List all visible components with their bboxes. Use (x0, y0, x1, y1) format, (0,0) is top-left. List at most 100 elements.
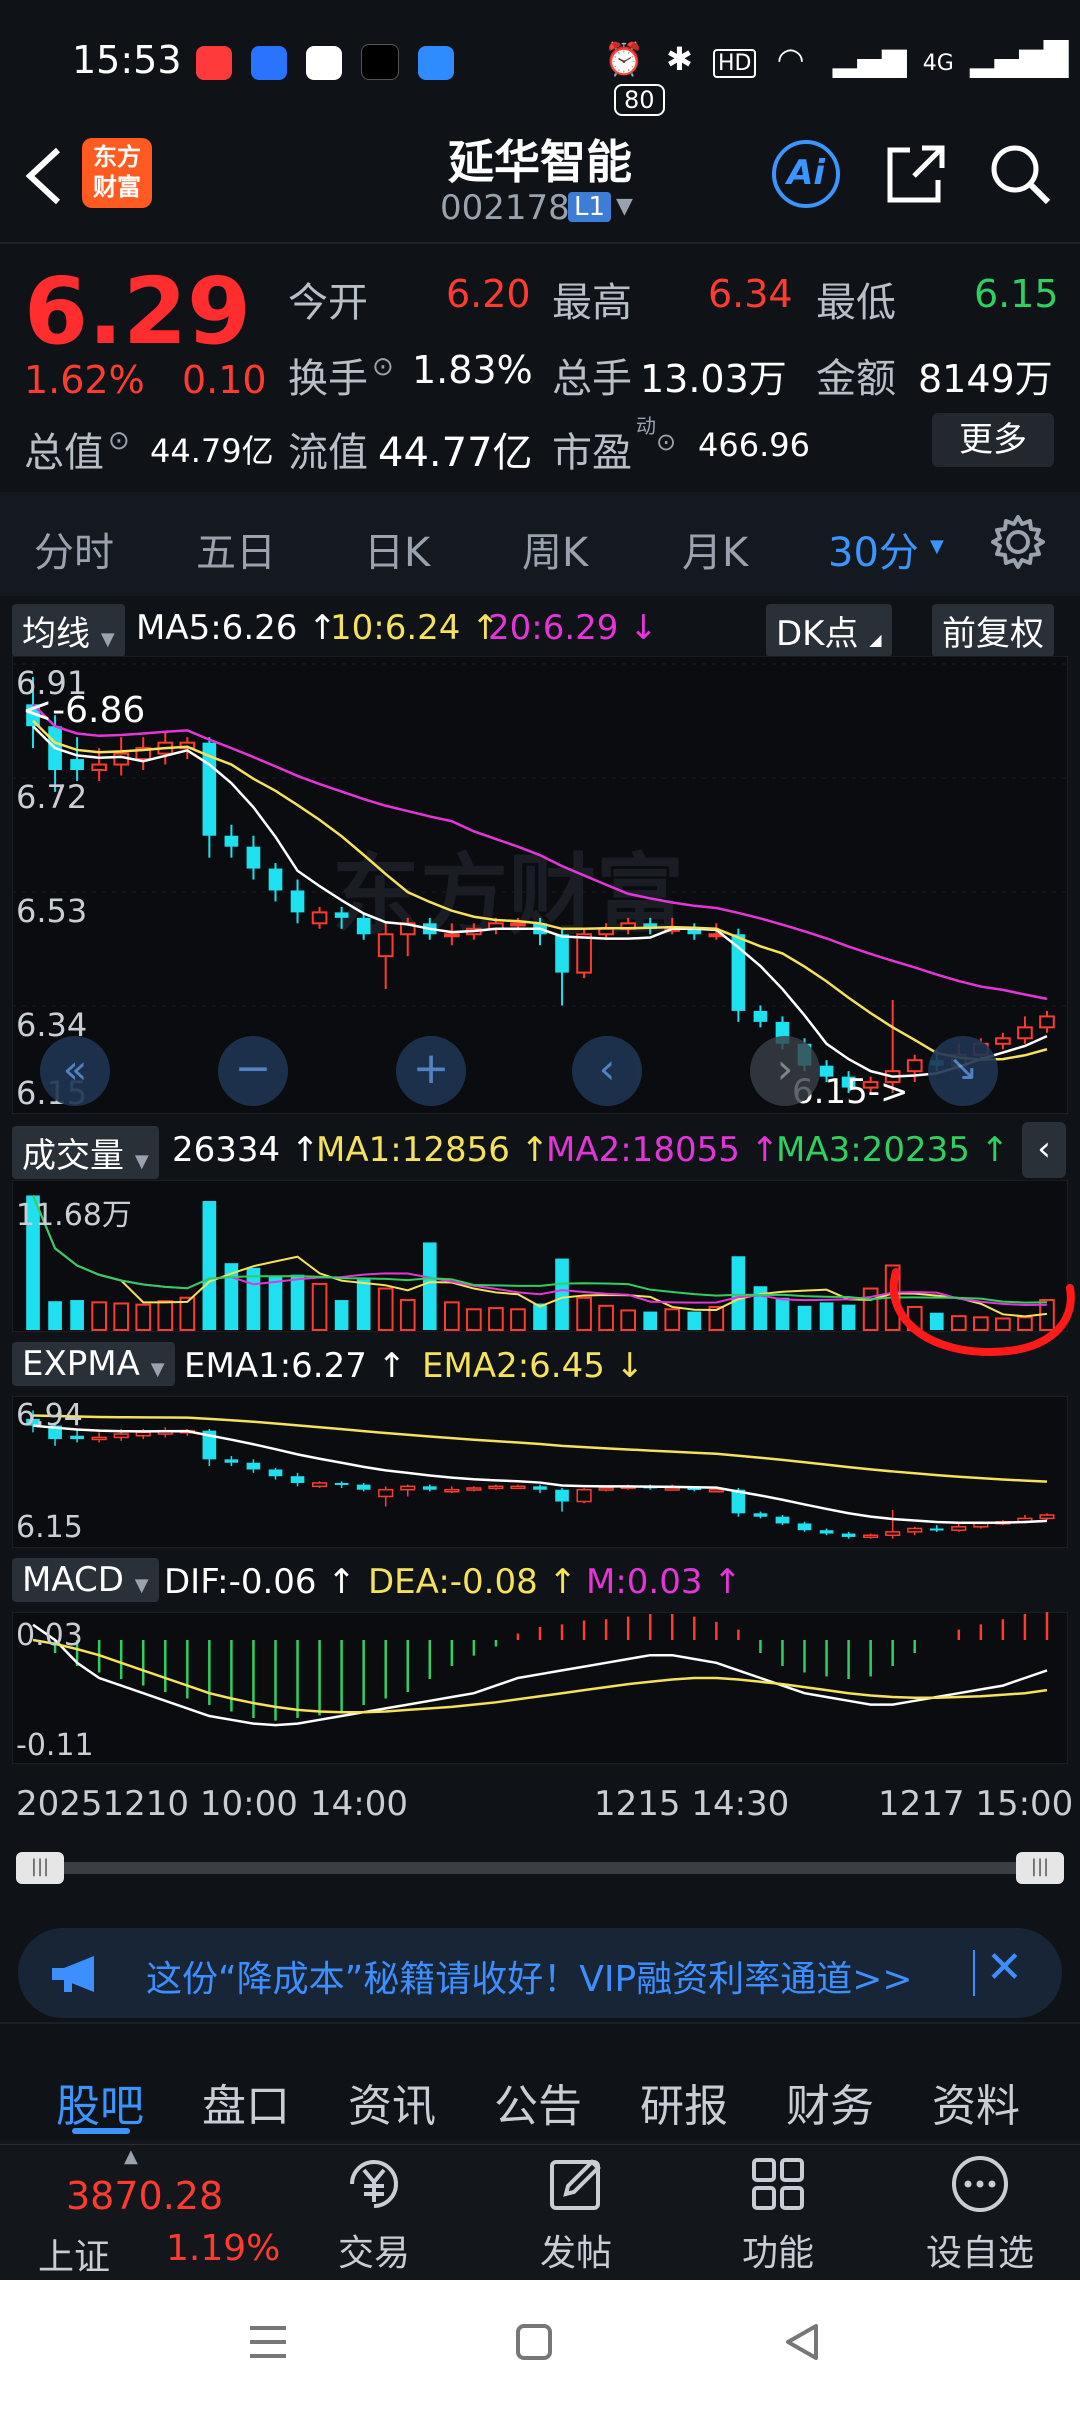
float-cap-label: 流值 (288, 430, 368, 476)
dk-point-button[interactable]: DK点 ◢ (766, 604, 892, 657)
turnover-value: 1.83% (412, 348, 533, 392)
vol-ma3-label: MA3:20235 ↑ (776, 1130, 1010, 1170)
m-label: M:0.03 ↑ (586, 1562, 742, 1602)
tab-announcements[interactable]: 公告 (494, 2070, 582, 2134)
volume-bar (70, 1300, 84, 1330)
kline-chart[interactable]: 东方财富 (12, 656, 1068, 1114)
info-icon[interactable]: ⊙ (656, 428, 676, 456)
expma-candle (576, 1488, 592, 1503)
chevron-up-icon[interactable]: ▲ (124, 2146, 138, 2167)
info-icon[interactable]: ⊙ (372, 352, 394, 382)
volume-bar (555, 1258, 569, 1330)
ma5-label: MA5:6.26 ↑ (136, 608, 337, 648)
volume-bar (731, 1256, 746, 1330)
active-tab-indicator (72, 2128, 130, 2134)
pe-label: 市盈 (552, 430, 632, 476)
nav-functions[interactable]: 功能 (708, 2154, 848, 2276)
tab-guba[interactable]: 股吧 (56, 2070, 144, 2134)
range-handle-left[interactable]: ||| (16, 1852, 64, 1884)
nav-functions-label: 功能 (741, 2233, 814, 2274)
level-badge[interactable]: L1 (568, 192, 612, 222)
menu-icon[interactable] (246, 2320, 290, 2364)
chevron-down-icon[interactable]: ▼ (930, 536, 944, 557)
status-time: 15:53 (72, 38, 182, 82)
range-handle-right[interactable]: ||| (1016, 1852, 1064, 1884)
macd-chart[interactable] (12, 1612, 1068, 1764)
volume-y-top: 11.68万 (16, 1198, 132, 1233)
zoom-in-button[interactable]: + (396, 1036, 466, 1106)
battery-icon: 80 (614, 84, 665, 116)
expma-candle (422, 1486, 437, 1490)
dif-label: DIF:-0.06 ↑ (164, 1562, 356, 1602)
home-icon[interactable] (514, 2322, 554, 2362)
vol-ma1-label: MA1:12856 ↑ (316, 1130, 550, 1170)
ad-banner[interactable]: 这份“降成本”秘籍请收好！VIP融资利率通道>> ✕ (18, 1928, 1062, 2018)
nav-post-label: 发帖 (539, 2233, 612, 2274)
scroll-left-fast-button[interactable]: « (40, 1036, 110, 1106)
grid-icon (752, 2158, 804, 2210)
tab-financials[interactable]: 财务 (786, 2070, 874, 2134)
more-button[interactable]: 更多 (932, 413, 1054, 467)
info-icon[interactable]: ⊙ (108, 426, 130, 456)
volume-bar (797, 1305, 812, 1330)
scroll-right-button[interactable]: › (750, 1036, 820, 1106)
volume-label: 总手 (552, 356, 632, 402)
indicator-selector-expma[interactable]: EXPMA ▼ (12, 1342, 175, 1386)
tab-research[interactable]: 研报 (640, 2070, 728, 2134)
collapse-button[interactable]: ‹ (1022, 1122, 1066, 1178)
indicator-selector-volume[interactable]: 成交量 ▼ (12, 1126, 159, 1179)
volume-bar (290, 1274, 305, 1330)
nav-watchlist[interactable]: 设自选 (910, 2154, 1050, 2276)
candle (510, 922, 526, 927)
ai-button[interactable]: Ai (772, 140, 840, 208)
nav-post[interactable]: 发帖 (506, 2154, 646, 2276)
volume-bar (643, 1311, 658, 1330)
expma-candle (533, 1486, 547, 1490)
index-value[interactable]: 3870.28 (66, 2174, 223, 2218)
indicator-selector-macd[interactable]: MACD ▼ (12, 1558, 159, 1602)
tab-daily-k[interactable]: 日K (364, 520, 430, 578)
tab-monthly-k[interactable]: 月K (682, 520, 748, 578)
wifi-icon: ◠ (776, 40, 805, 78)
zoom-out-button[interactable]: − (218, 1036, 288, 1106)
tiktok-icon (361, 44, 400, 80)
system-nav-bar (0, 2280, 1080, 2412)
adjust-button[interactable]: 前复权 (932, 604, 1054, 657)
volume-bar (113, 1302, 130, 1331)
expma-chart[interactable] (12, 1396, 1068, 1548)
tab-30min[interactable]: 30分 (828, 520, 919, 578)
expma-candle (753, 1513, 768, 1517)
volume-bar (488, 1307, 504, 1331)
tab-news[interactable]: 资讯 (348, 2070, 436, 2134)
expma-candle (70, 1435, 84, 1440)
nav-trade[interactable]: 交易 (304, 2154, 444, 2276)
app-icon (418, 46, 455, 80)
reset-button[interactable]: ↘ (928, 1036, 998, 1106)
ad-text[interactable]: 这份“降成本”秘籍请收好！VIP融资利率通道>> (146, 1950, 913, 2002)
tab-intraday[interactable]: 分时 (34, 520, 114, 578)
pe-superscript: 动 (636, 414, 656, 438)
candle (356, 917, 371, 935)
tab-weekly-k[interactable]: 周K (522, 520, 588, 578)
close-icon[interactable]: ✕ (986, 1942, 1023, 1993)
range-scrollbar[interactable] (18, 1862, 1062, 1874)
chevron-down-icon[interactable]: ▼ (616, 194, 633, 219)
tab-pankou[interactable]: 盘口 (202, 2070, 290, 2134)
change-value: 0.10 (182, 358, 267, 402)
index-change[interactable]: 1.19% (166, 2228, 280, 2269)
share-button[interactable] (884, 142, 946, 210)
scroll-left-button[interactable]: ‹ (572, 1036, 642, 1106)
tab-profile[interactable]: 资料 (932, 2070, 1020, 2134)
search-button[interactable] (988, 142, 1052, 210)
index-name[interactable]: 上证 (38, 2228, 110, 2280)
expma-candle (664, 1487, 680, 1491)
tab-five-day[interactable]: 五日 (196, 520, 276, 578)
amount-label: 金额 (816, 356, 896, 402)
expma-candle (466, 1487, 482, 1491)
back-icon[interactable] (780, 2320, 824, 2364)
app-notification-icons (196, 44, 455, 84)
candle (70, 759, 84, 771)
indicator-selector-ma[interactable]: 均线 ▼ (12, 604, 125, 657)
settings-button[interactable] (990, 514, 1046, 574)
vol-ma2-label: MA2:18055 ↑ (546, 1130, 780, 1170)
